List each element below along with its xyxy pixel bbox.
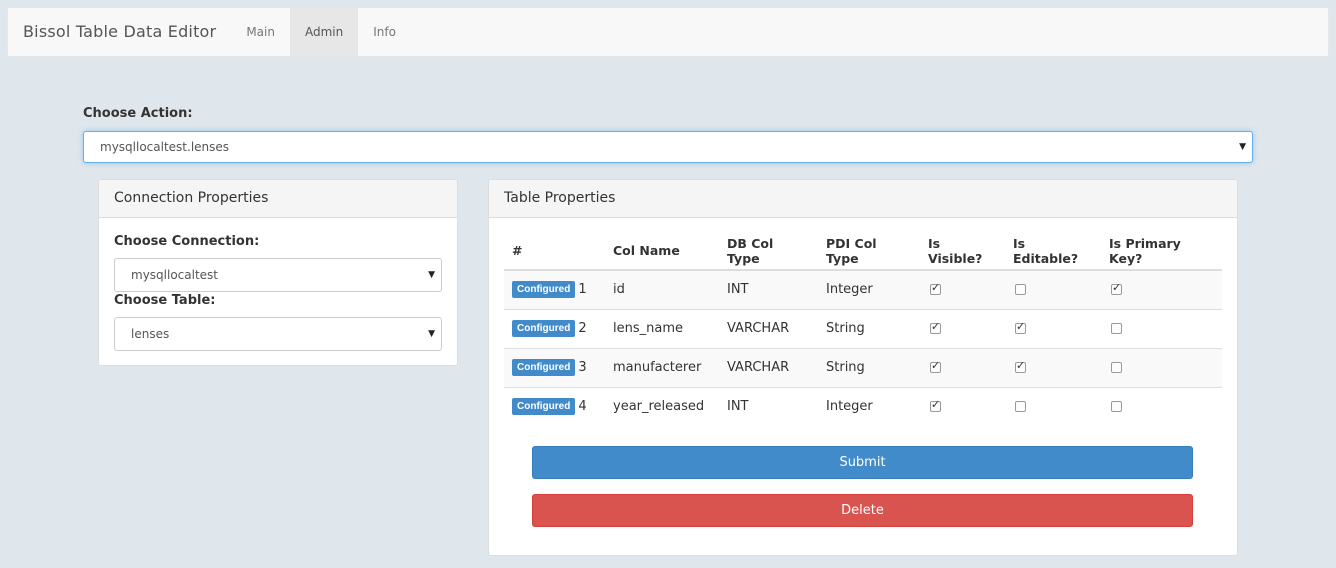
primary-cell <box>1101 386 1222 426</box>
row-num-cell: Configured 1 <box>504 270 605 309</box>
submit-button[interactable]: Submit <box>532 446 1193 479</box>
table-row: Configured 2 lens_name VARCHAR String <box>504 308 1222 348</box>
configured-badge[interactable]: Configured <box>512 281 576 299</box>
is-visible-checkbox[interactable] <box>930 320 941 334</box>
row-num-cell: Configured 2 <box>504 308 605 348</box>
connection-properties-panel: Connection Properties Choose Connection:… <box>98 179 458 366</box>
table-row: Configured 1 id INT Integer <box>504 270 1222 309</box>
col-header-db-col-type: DB Col Type <box>719 232 818 271</box>
is-editable-checkbox[interactable] <box>1015 320 1026 334</box>
editable-cell <box>1005 308 1101 348</box>
row-num: 3 <box>578 360 587 375</box>
visible-cell <box>920 386 1005 426</box>
configured-badge[interactable]: Configured <box>512 320 576 337</box>
table-panel-title: Table Properties <box>489 180 1237 218</box>
choose-table-label: Choose Table: <box>114 293 216 308</box>
app-brand[interactable]: Bissol Table Data Editor <box>8 8 231 56</box>
nav-item-info[interactable]: Info <box>358 8 411 56</box>
primary-cell <box>1101 308 1222 348</box>
table-row: Configured 4 year_released INT Integer <box>504 386 1222 426</box>
choose-action-select[interactable]: mysqllocaltest.lenses ▼ <box>83 131 1253 163</box>
is-editable-checkbox[interactable] <box>1015 401 1026 413</box>
chevron-down-icon: ▼ <box>1239 142 1246 152</box>
is-visible-checkbox[interactable] <box>930 281 941 296</box>
col-header-col-name: Col Name <box>605 232 719 271</box>
visible-cell <box>920 347 1005 387</box>
table-properties-panel: Table Properties # Col Name DB Col Type … <box>488 179 1238 556</box>
pdi-type-cell: String <box>818 347 920 387</box>
col-header-num: # <box>504 232 605 271</box>
row-num: 2 <box>578 321 587 336</box>
choose-table-select[interactable]: lenses ▼ <box>114 317 442 351</box>
chevron-down-icon: ▼ <box>428 329 435 339</box>
primary-cell <box>1101 347 1222 387</box>
table-value: lenses <box>131 327 170 341</box>
col-name-cell: id <box>613 282 625 298</box>
pdi-type-cell: String <box>818 308 920 348</box>
db-type-cell: INT <box>719 386 818 426</box>
col-name-cell: lens_name <box>605 308 719 348</box>
is-editable-checkbox[interactable] <box>1015 359 1026 373</box>
editable-cell <box>1005 347 1101 387</box>
choose-connection-select[interactable]: mysqllocaltest ▼ <box>114 258 442 292</box>
pdi-type-cell: Integer <box>818 386 920 426</box>
nav-item-admin[interactable]: Admin <box>289 8 359 56</box>
chevron-down-icon: ▼ <box>428 270 435 280</box>
is-primary-key-checkbox[interactable] <box>1111 401 1122 413</box>
row-num-cell: Configured 4 <box>504 386 605 426</box>
editable-cell <box>1005 386 1101 426</box>
connection-panel-title: Connection Properties <box>99 180 457 218</box>
db-type-cell: INT <box>727 282 749 298</box>
col-header-is-primary-key: Is Primary Key? <box>1101 232 1222 271</box>
configured-badge[interactable]: Configured <box>512 398 576 416</box>
row-num-cell: Configured 3 <box>504 347 605 387</box>
choose-action-value: mysqllocaltest.lenses <box>100 140 230 154</box>
row-num: 1 <box>578 282 587 298</box>
visible-cell <box>920 270 1005 309</box>
choose-action-label: Choose Action: <box>83 106 193 121</box>
is-visible-checkbox[interactable] <box>930 359 941 373</box>
nav-item-main[interactable]: Main <box>231 8 290 56</box>
is-editable-checkbox[interactable] <box>1015 284 1026 296</box>
configured-badge[interactable]: Configured <box>512 359 576 376</box>
db-type-cell: VARCHAR <box>719 347 818 387</box>
col-name-cell: manufacterer <box>605 347 719 387</box>
primary-cell <box>1101 270 1222 309</box>
is-visible-checkbox[interactable] <box>930 398 941 413</box>
connection-value: mysqllocaltest <box>131 268 218 282</box>
table-row: Configured 3 manufacterer VARCHAR String <box>504 347 1222 387</box>
visible-cell <box>920 308 1005 348</box>
is-primary-key-checkbox[interactable] <box>1111 281 1122 296</box>
col-header-is-visible: Is Visible? <box>920 232 1005 271</box>
col-header-pdi-col-type: PDI Col Type <box>818 232 920 271</box>
is-primary-key-checkbox[interactable] <box>1111 323 1122 334</box>
db-type-cell: VARCHAR <box>719 308 818 348</box>
row-num: 4 <box>578 399 587 415</box>
is-primary-key-checkbox[interactable] <box>1111 362 1122 373</box>
col-header-is-editable: Is Editable? <box>1005 232 1101 271</box>
editable-cell <box>1005 270 1101 309</box>
top-navbar: Bissol Table Data Editor Main Admin Info <box>7 7 1329 57</box>
delete-button[interactable]: Delete <box>532 494 1193 527</box>
table-header-row: # Col Name DB Col Type PDI Col Type Is V… <box>504 232 1222 271</box>
pdi-type-cell: Integer <box>826 282 873 298</box>
table-properties-grid: # Col Name DB Col Type PDI Col Type Is V… <box>504 232 1222 426</box>
choose-connection-label: Choose Connection: <box>114 234 260 249</box>
col-name-cell: year_released <box>605 386 719 426</box>
